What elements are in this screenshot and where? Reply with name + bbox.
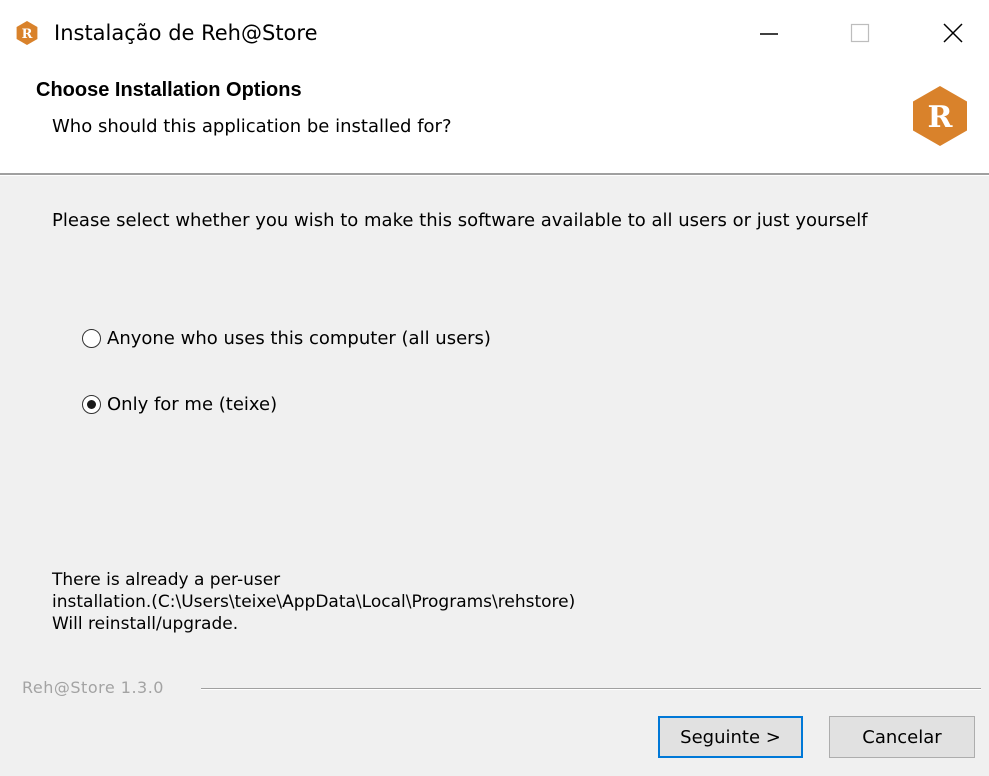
installer-window: R Instalação de Reh@Store Choose Install… [0,0,989,776]
title-bar: R Instalação de Reh@Store [0,0,989,66]
maximize-button[interactable] [825,0,895,66]
svg-text:R: R [22,27,33,42]
radio-only-me[interactable]: Only for me (teixe) [82,391,277,417]
branding-text: Reh@Store 1.3.0 [22,678,164,697]
notice-line-1: There is already a per-user [52,570,281,590]
radio-all-users[interactable]: Anyone who uses this computer (all users… [82,325,491,351]
radio-all-users-label[interactable]: Anyone who uses this computer (all users… [107,327,491,350]
header-divider [0,173,989,176]
instruction-text: Please select whether you wish to make t… [52,210,868,231]
app-icon: R [16,21,38,45]
existing-install-notice: There is already a per-user installation… [52,569,575,635]
window-title: Instalação de Reh@Store [54,21,318,45]
radio-only-me-label[interactable]: Only for me (teixe) [107,393,277,416]
page-subtitle: Who should this application be installed… [52,116,452,137]
radio-button-unselected[interactable] [82,328,101,348]
page-header: Choose Installation Options Who should t… [0,66,989,173]
close-button[interactable] [918,0,988,66]
minimize-button[interactable] [734,0,804,66]
notice-line-3: Will reinstall/upgrade. [52,614,239,634]
radio-button-selected[interactable] [82,394,101,414]
cancel-button[interactable]: Cancelar [829,716,975,758]
brand-logo-icon: R [913,86,967,146]
next-button[interactable]: Seguinte > [658,716,803,758]
minimize-icon [760,33,778,35]
page-title: Choose Installation Options [36,79,302,101]
branding-divider [201,688,981,690]
notice-line-2: installation.(C:\Users\teixe\AppData\Loc… [52,592,576,612]
radio-selected-dot [87,399,96,409]
close-icon [943,23,963,43]
maximize-icon [850,23,870,43]
brand-logo-letter: R [928,100,954,135]
